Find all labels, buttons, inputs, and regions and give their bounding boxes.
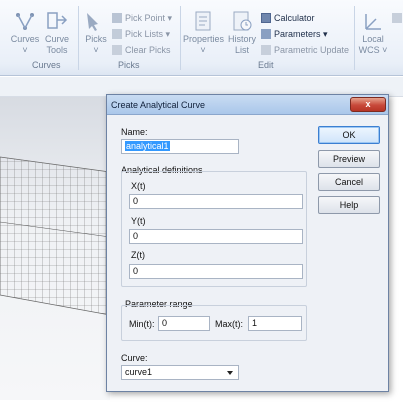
group-label-edit: Edit [258, 60, 274, 70]
curve-tools-button[interactable]: Curve Tools [42, 10, 72, 56]
parametric-update-button[interactable]: Parametric Update [261, 43, 349, 57]
help-button[interactable]: Help [318, 196, 380, 214]
cancel-button[interactable]: Cancel [318, 173, 380, 191]
xt-input[interactable]: 0 [129, 194, 303, 209]
curve-tools-icon [47, 12, 68, 29]
name-input[interactable]: analytical1 [121, 139, 239, 154]
ok-button[interactable]: OK [318, 126, 380, 144]
ribbon-separator [354, 6, 355, 70]
picks-icon [87, 13, 98, 31]
curve-select[interactable]: curve1 [121, 365, 239, 380]
parametric-update-icon [261, 45, 271, 55]
wcs-small-icon [392, 13, 402, 23]
chevron-down-icon: ˅ [22, 45, 28, 55]
properties-button[interactable]: Properties ˅ [183, 10, 225, 56]
min-t-input[interactable]: 0 [158, 316, 210, 331]
close-button[interactable]: x [350, 97, 386, 112]
max-t-input[interactable]: 1 [248, 316, 302, 331]
wcs-axes-icon [365, 14, 381, 30]
chevron-down-icon [227, 371, 233, 375]
parameters-button[interactable]: Parameters ▾ [261, 27, 328, 41]
yt-label: Y(t) [131, 216, 146, 226]
close-icon: x [365, 99, 371, 109]
history-label-2: List [234, 45, 249, 55]
curve-tools-label-1: Curve [44, 34, 69, 44]
pick-lists-icon [112, 29, 122, 39]
curves-icon [16, 13, 34, 30]
viewport-background [0, 97, 111, 400]
local-wcs-label-2: WCS [358, 45, 380, 55]
history-list-button[interactable]: History List [225, 10, 259, 56]
curve-label: Curve: [121, 353, 148, 363]
curve-tools-label-2: Tools [46, 45, 68, 55]
picks-button[interactable]: Picks ˅ [82, 10, 110, 56]
picks-label: Picks [85, 34, 107, 44]
ribbon-separator [180, 6, 181, 70]
name-label: Name: [121, 127, 148, 137]
curves-button[interactable]: Curves ˅ [10, 10, 40, 56]
min-t-label: Min(t): [129, 319, 155, 329]
pick-lists-button[interactable]: Pick Lists ▾ [112, 27, 170, 41]
history-label-1: History [227, 34, 256, 44]
dialog-titlebar[interactable]: Create Analytical Curve [107, 95, 388, 115]
local-wcs-button[interactable]: Local WCS ˅ [358, 10, 388, 56]
calculator-button[interactable]: Calculator [261, 11, 315, 25]
clear-picks-icon [112, 45, 122, 55]
dialog-title: Create Analytical Curve [111, 100, 206, 110]
curve-select-value: curve1 [125, 367, 153, 377]
max-t-label: Max(t): [215, 319, 243, 329]
history-icon [233, 11, 252, 31]
preview-button[interactable]: Preview [318, 150, 380, 168]
calculator-icon [261, 13, 271, 23]
ribbon: Curves ˅ Curve Tools Curves Picks ˅ Pick… [0, 0, 403, 76]
mesh-surface [0, 156, 111, 316]
pick-point-button[interactable]: Pick Point ▾ [112, 11, 172, 25]
local-wcs-label-1: Local [362, 34, 384, 44]
parameters-icon [261, 29, 271, 39]
properties-icon [195, 11, 211, 31]
xt-label: X(t) [131, 181, 146, 191]
curves-label: Curves [10, 34, 40, 44]
ribbon-separator [78, 6, 79, 70]
chevron-down-icon: ˅ [200, 45, 206, 55]
name-input-value: analytical1 [125, 141, 170, 151]
zt-input[interactable]: 0 [129, 264, 303, 279]
create-analytical-curve-dialog: Create Analytical Curve x Name: analytic… [106, 94, 389, 392]
yt-input[interactable]: 0 [129, 229, 303, 244]
zt-label: Z(t) [131, 250, 145, 260]
pick-point-icon [112, 13, 122, 23]
group-label-curves: Curves [32, 60, 61, 70]
group-label-picks: Picks [118, 60, 140, 70]
properties-label: Properties [183, 34, 225, 44]
ribbon-overflow-icons[interactable] [392, 11, 403, 25]
chevron-down-icon: ˅ [93, 45, 99, 55]
clear-picks-button[interactable]: Clear Picks [112, 43, 171, 57]
